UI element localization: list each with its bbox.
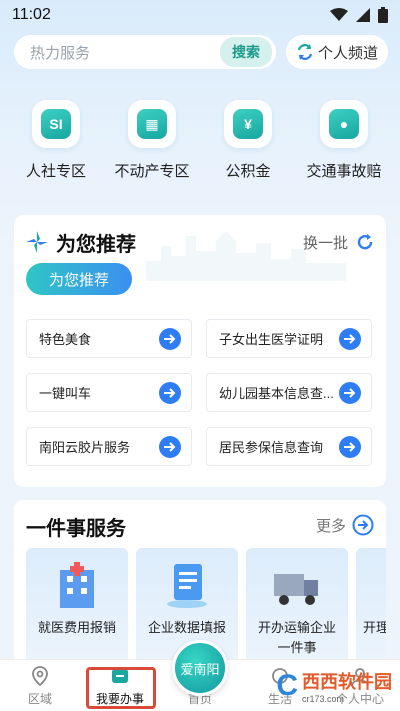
arrow-right-icon bbox=[159, 435, 181, 458]
recommend-item-label: 子女出生医学证明 bbox=[219, 332, 324, 347]
circle-arrow-right-icon bbox=[352, 514, 374, 536]
watermark-logo-icon: C bbox=[276, 669, 298, 702]
document-icon bbox=[167, 564, 207, 608]
recommend-item-label: 居民参保信息查询 bbox=[219, 440, 324, 455]
service-item-medical-reimbursement[interactable]: 就医费用报销 bbox=[26, 548, 128, 670]
location-pin-icon bbox=[32, 666, 48, 687]
building-icon: ▦ bbox=[137, 109, 167, 139]
service-label: 就医费用报销 bbox=[37, 620, 116, 635]
service-label: 企业数据填报 bbox=[147, 620, 226, 635]
recommend-item[interactable]: 一键叫车 bbox=[26, 373, 192, 412]
more-button[interactable]: 更多 bbox=[316, 514, 374, 536]
watermark: C 西西软件园 cr173.com bbox=[276, 668, 392, 704]
recommend-title-group: 为您推荐 bbox=[26, 228, 136, 257]
social-security-icon: SI bbox=[41, 109, 71, 139]
service-label: 开理 bbox=[362, 620, 386, 635]
selection-highlight bbox=[86, 667, 156, 709]
recommend-item-label: 南阳云胶片服务 bbox=[39, 440, 131, 455]
center-home-button[interactable]: 爱南阳 bbox=[172, 640, 228, 696]
recommend-card: 为您推荐 换一批 为您推荐 特色美食 子女出生医学证明 一键叫车 幼儿园基本信息… bbox=[14, 215, 386, 487]
truck-icon bbox=[274, 574, 318, 605]
arrow-right-icon bbox=[159, 327, 181, 350]
refresh-label: 换一批 bbox=[302, 234, 348, 252]
recommend-item[interactable]: 南阳云胶片服务 bbox=[26, 427, 192, 466]
quick-icon-frame: SI bbox=[32, 100, 80, 148]
arrow-right-icon bbox=[159, 381, 181, 404]
search-input[interactable]: 热力服务 搜索 bbox=[14, 35, 276, 69]
recommend-item-label: 幼儿园基本信息查... bbox=[219, 386, 334, 401]
quick-access-row: SI 人社专区 ▦ 不动产专区 ¥ 公积金 ● 交通事故赔 bbox=[0, 100, 400, 190]
service-label: 开办运输企业一件事 bbox=[257, 620, 336, 655]
quick-icon-frame: ¥ bbox=[224, 100, 272, 148]
personal-channel-label: 个人频道 bbox=[317, 44, 378, 62]
arrow-right-icon bbox=[339, 435, 361, 458]
wifi-icon bbox=[330, 8, 348, 21]
battery-icon bbox=[378, 7, 388, 23]
quick-label: 交通事故赔 bbox=[306, 163, 382, 180]
recommend-item-label: 一键叫车 bbox=[39, 386, 92, 401]
recommend-item[interactable]: 幼儿园基本信息查... bbox=[206, 373, 372, 412]
hospital-icon bbox=[60, 562, 94, 608]
center-button-label: 爱南阳 bbox=[180, 661, 220, 677]
recommend-item[interactable]: 居民参保信息查询 bbox=[206, 427, 372, 466]
refresh-button[interactable]: 换一批 bbox=[303, 232, 374, 253]
search-row: 热力服务 搜索 个人频道 bbox=[14, 35, 388, 69]
recommend-tab[interactable]: 为您推荐 bbox=[26, 263, 132, 295]
watermark-text: 西西软件园 cr173.com bbox=[302, 668, 392, 704]
watermark-brand: 西西软件园 bbox=[302, 672, 392, 692]
recommend-grid: 特色美食 子女出生医学证明 一键叫车 幼儿园基本信息查... 南阳云胶片服务 居… bbox=[26, 319, 374, 466]
quick-item-social-security[interactable]: SI 人社专区 bbox=[12, 100, 100, 190]
status-bar: 11:02 bbox=[0, 0, 400, 30]
quick-label: 公积金 bbox=[225, 163, 271, 180]
arrow-right-icon bbox=[339, 381, 361, 404]
traffic-accident-icon: ● bbox=[329, 109, 359, 139]
service-item-partial[interactable]: 开理 bbox=[356, 548, 386, 670]
switch-icon bbox=[297, 44, 313, 60]
quick-item-real-estate[interactable]: ▦ 不动产专区 bbox=[108, 100, 196, 190]
nav-label: 区域 bbox=[27, 692, 52, 706]
personal-channel-button[interactable]: 个人频道 bbox=[286, 35, 388, 69]
nav-item-region[interactable]: 区域 bbox=[6, 665, 74, 707]
recommend-title: 为您推荐 bbox=[56, 233, 136, 256]
arrow-right-icon bbox=[339, 327, 361, 350]
housing-fund-icon: ¥ bbox=[233, 109, 263, 139]
status-icons bbox=[330, 7, 388, 23]
recommend-header: 为您推荐 换一批 bbox=[26, 227, 374, 257]
status-time: 11:02 bbox=[12, 6, 51, 23]
services-title: 一件事服务 bbox=[26, 518, 126, 540]
recommend-item-label: 特色美食 bbox=[39, 332, 92, 347]
watermark-url: cr173.com bbox=[302, 694, 345, 704]
quick-icon-frame: ▦ bbox=[128, 100, 176, 148]
service-item-transport-enterprise[interactable]: 开办运输企业一件事 bbox=[246, 548, 348, 670]
search-placeholder: 热力服务 bbox=[30, 44, 91, 62]
pinwheel-icon bbox=[26, 231, 48, 253]
quick-item-traffic-accident[interactable]: ● 交通事故赔 bbox=[300, 100, 388, 190]
more-label: 更多 bbox=[315, 517, 346, 535]
signal-icon bbox=[356, 8, 370, 22]
quick-label: 人社专区 bbox=[25, 163, 86, 180]
refresh-icon bbox=[357, 234, 373, 250]
quick-item-housing-fund[interactable]: ¥ 公积金 bbox=[204, 100, 292, 190]
recommend-item[interactable]: 子女出生医学证明 bbox=[206, 319, 372, 358]
quick-label: 不动产专区 bbox=[114, 163, 190, 180]
search-button[interactable]: 搜索 bbox=[220, 37, 272, 67]
quick-icon-frame: ● bbox=[320, 100, 368, 148]
recommend-item[interactable]: 特色美食 bbox=[26, 319, 192, 358]
